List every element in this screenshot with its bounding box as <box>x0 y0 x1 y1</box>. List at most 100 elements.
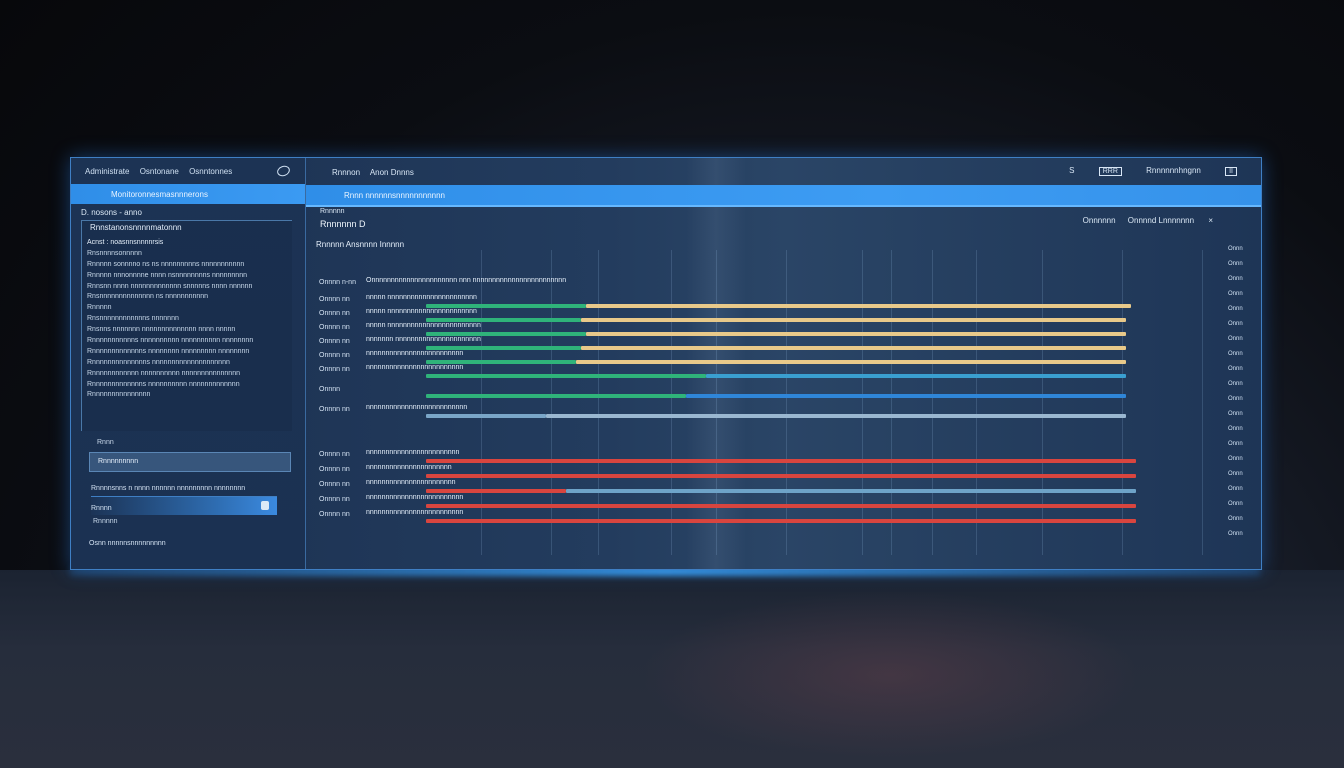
timeline-bar[interactable] <box>576 360 1126 364</box>
left-panel: Administrate Osntonane Osnntonnes Monito… <box>71 158 306 569</box>
row-text: nnnnn nnnnnnnnnnnnnnnnnnnnnnn <box>366 308 477 315</box>
tab-osnntonnes[interactable]: Osnntonnes <box>189 167 232 176</box>
timeline-bar[interactable] <box>426 394 686 398</box>
timeline-bar[interactable] <box>426 414 546 418</box>
timeline-bar[interactable] <box>566 489 1136 493</box>
row-text: nnnnnnnnnnnnnnnnnnnnnnnnnn <box>366 404 468 411</box>
row-text: Onnnnnnnnnnnnnnnnnnnnnn nnn nnnnnnnnnnnn… <box>366 277 567 284</box>
timeline-chart: Onnnn n-nn Onnnnnnnnnnnnnnnnnnnnnn nnn nn… <box>306 158 1261 569</box>
timeline-bar[interactable] <box>426 504 1136 508</box>
left-header-bar: Monitoronnesmasnnnerons <box>71 184 305 204</box>
timeline-bar[interactable] <box>586 332 1126 336</box>
timeline-bar[interactable] <box>426 459 1136 463</box>
list-item[interactable]: Rnnnnnnnnnnnnnns nnnnnnnnnnnnnnnnnnnn <box>87 358 292 369</box>
scale-label: Onnn <box>1228 396 1243 402</box>
row-text: nnnnnnnnnnnnnnnnnnnnnnnnn <box>366 494 464 501</box>
row-label: Onnnn nn <box>319 511 350 518</box>
row-label: Onnnn nn <box>319 366 350 373</box>
timeline-bar[interactable] <box>546 414 1126 418</box>
row-text: nnnnn nnnnnnnnnnnnnnnnnnnnnnnn <box>366 322 481 329</box>
list-item[interactable]: Rnsnnnnnnnnnnnns nnnnnnn <box>87 314 292 325</box>
timeline-bar[interactable] <box>581 318 1126 322</box>
left-subhead: D. nosons - anno <box>81 208 142 217</box>
progress-bar <box>91 496 277 515</box>
stat-value: Rnnnnn <box>93 518 118 525</box>
timeline-bar[interactable] <box>586 304 1131 308</box>
scale-label: Onnn <box>1228 456 1243 462</box>
list-item[interactable]: Rnnnnnnnnnnnnns nnnnnnnnnn nnnnnnnnnnnnn <box>87 380 292 391</box>
grid-line <box>976 250 977 555</box>
scale-label: Onnn <box>1228 261 1243 267</box>
row-text: nnnnn nnnnnnnnnnnnnnnnnnnnnnn <box>366 294 477 301</box>
list-item[interactable]: Rnsnns nnnnnnn nnnnnnnnnnnnnn nnnn nnnnn <box>87 325 292 336</box>
list-item[interactable]: Rnnnnn nnnonnnne nnnn nsnnnnnnnns nnnnnn… <box>87 271 292 282</box>
list-item[interactable]: Rnsnnnnnnnnnnnnnn ns nnnnnnnnnnn <box>87 292 292 303</box>
list-item[interactable]: Rnnn <box>97 439 114 446</box>
dashboard-screen: Administrate Osntonane Osnntonnes Monito… <box>70 157 1262 570</box>
scale-label: Onnn <box>1228 246 1243 252</box>
row-label: Onnnn nn <box>319 310 350 317</box>
row-label: Onnnn nn <box>319 466 350 473</box>
row-text: nnnnnnn nnnnnnnnnnnnnnnnnnnnnn <box>366 336 481 343</box>
row-label: Onnnn nn <box>319 338 350 345</box>
timeline-bar[interactable] <box>706 374 1126 378</box>
timeline-bar[interactable] <box>686 394 1126 398</box>
list-item[interactable]: Rnnnnnnnnnnns nnnnnnnnnn nnnnnnnnnn nnnn… <box>87 336 292 347</box>
timeline-bar[interactable] <box>426 519 1136 523</box>
database-icon[interactable] <box>261 501 269 510</box>
grid-line <box>862 250 863 555</box>
resource-box-title: Rnnstanonsnnnnmatonnn <box>90 223 182 232</box>
list-item[interactable]: Rnnsnn nnnn nnnnnnnnnnnnn snnnnns nnnn n… <box>87 282 292 293</box>
row-text: nnnnnnnnnnnnnnnnnnnnnnnnn <box>366 509 464 516</box>
link-icon[interactable] <box>275 164 292 178</box>
list-item[interactable]: Rnnnnn <box>87 303 292 314</box>
scale-label: Onnn <box>1228 501 1243 507</box>
row-text: nnnnnnnnnnnnnnnnnnnnnnnnn <box>366 350 464 357</box>
list-item[interactable]: Rnnnnnnnnnnnnns nnnnnnnn nnnnnnnnn nnnnn… <box>87 347 292 358</box>
row-text: nnnnnnnnnnnnnnnnnnnnnnnnn <box>366 364 464 371</box>
grid-line <box>1202 250 1203 555</box>
scale-label: Onnn <box>1228 381 1243 387</box>
selected-item-label: Rnnnnnnnnn <box>98 458 139 465</box>
selected-list-item[interactable]: Rnnnnnnnnn <box>89 452 291 472</box>
row-label: Onnnn <box>319 386 341 393</box>
timeline-bar[interactable] <box>426 374 706 378</box>
row-text: nnnnnnnnnnnnnnnnnnnnnn <box>366 464 452 471</box>
scale-label: Onnn <box>1228 276 1243 282</box>
grid-line <box>932 250 933 555</box>
floor-reflection <box>0 570 1344 768</box>
row-label: Onnnn nn <box>319 352 350 359</box>
list-item[interactable]: Rnnnnnnnnnnnn nnnnnnnnnn nnnnnnnnnnnnnnn <box>87 369 292 380</box>
tab-administrate[interactable]: Administrate <box>85 167 129 176</box>
timeline-bar[interactable] <box>426 489 566 493</box>
timeline-bar[interactable] <box>426 474 1136 478</box>
list-item[interactable]: Rnnnnnnnnnnnnnnn <box>87 390 292 401</box>
scale-label: Onnn <box>1228 516 1243 522</box>
list-item[interactable]: Acnst : noasnnsnnnnrsis <box>87 238 292 249</box>
scale-label: Onnn <box>1228 411 1243 417</box>
main-panel: Rnnnon Anon Dnnns S RRR Rnnnnnnhngnn II … <box>306 158 1261 569</box>
grid-line <box>786 250 787 555</box>
list-item[interactable]: Rnsnnnnsonnnnn <box>87 249 292 260</box>
tab-osntonane[interactable]: Osntonane <box>140 167 179 176</box>
left-header-label: Monitoronnesmasnnnerons <box>111 190 208 199</box>
row-label: Onnnn nn <box>319 451 350 458</box>
resource-list: Acnst : noasnnsnnnnrsis Rnsnnnnsonnnnn Rnn… <box>87 238 292 401</box>
scale-label: Onnn <box>1228 306 1243 312</box>
row-label: Onnnn nn <box>319 296 350 303</box>
grid-line <box>1042 250 1043 555</box>
left-footer: Osnn nnnnnsnnnnnnnnn <box>89 540 166 547</box>
row-text: nnnnnnnnnnnnnnnnnnnnnnnn <box>366 449 460 456</box>
grid-line <box>891 250 892 555</box>
scale-label: Onnn <box>1228 486 1243 492</box>
scale-label: Onnn <box>1228 531 1243 537</box>
scale-label: Onnn <box>1228 336 1243 342</box>
scale-label: Onnn <box>1228 426 1243 432</box>
scale-label: Onnn <box>1228 321 1243 327</box>
list-item[interactable]: Rnnnnn sonnnno ns ns nnnnnnnnns nnnnnnnn… <box>87 260 292 271</box>
scale-label: Onnn <box>1228 471 1243 477</box>
scale-label: Onnn <box>1228 351 1243 357</box>
timeline-bar[interactable] <box>581 346 1126 350</box>
stat-label: Rnnnn <box>91 505 112 512</box>
row-label: Onnnn nn <box>319 406 350 413</box>
